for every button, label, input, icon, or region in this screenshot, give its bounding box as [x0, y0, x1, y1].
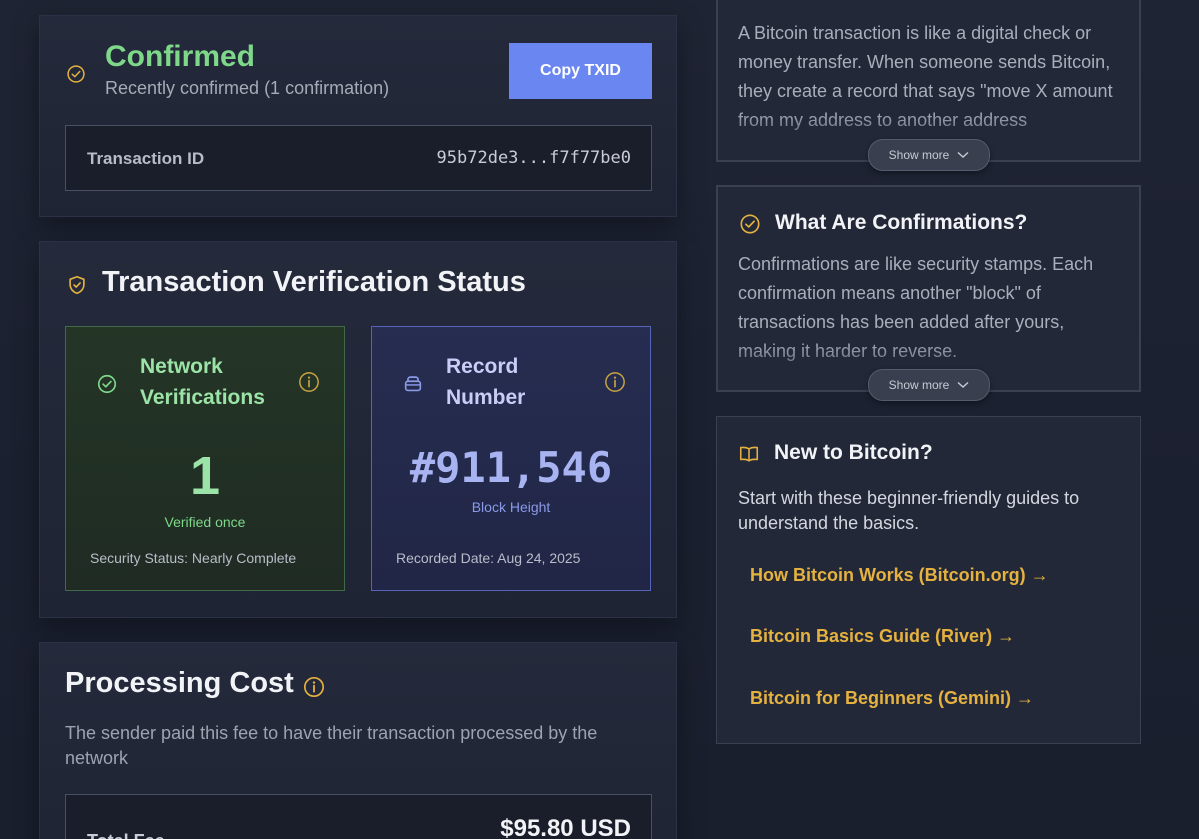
shield-check-icon [69, 275, 85, 295]
new-to-bitcoin-card: New to Bitcoin? Start with these beginne… [716, 416, 1141, 744]
chevron-down-icon [957, 381, 969, 388]
show-more-label: Show more [888, 378, 950, 392]
new-to-bitcoin-title: New to Bitcoin? [774, 441, 933, 464]
bitcoin-explainer-card: A Bitcoin transaction is like a digital … [716, 0, 1141, 171]
network-verifications-box: Network Verifications 1 Verified once Se… [65, 326, 345, 591]
page: Confirmed Recently confirmed (1 confirma… [0, 0, 1199, 839]
check-circle-icon [67, 65, 85, 83]
status-title: Confirmed [105, 40, 255, 73]
txid-value[interactable]: 95b72de3...f7f77be0 [437, 148, 631, 168]
book-open-icon [739, 446, 759, 462]
block-height-caption: Block Height [471, 499, 551, 515]
guide-link-river[interactable]: Bitcoin Basics Guide (River) → [750, 626, 1015, 647]
confirmations-card: What Are Confirmations? Confirmations ar… [716, 185, 1141, 401]
guide-link-bitcoin-org[interactable]: How Bitcoin Works (Bitcoin.org) → [750, 565, 1049, 586]
fee-label: Total Fee [87, 831, 165, 839]
database-icon [404, 376, 422, 392]
confirmation-count: 1 [189, 446, 221, 506]
txid-label: Transaction ID [87, 149, 205, 168]
guide-link-gemini[interactable]: Bitcoin for Beginners (Gemini) → [750, 688, 1034, 709]
security-status: Security Status: Nearly Complete [90, 550, 297, 566]
show-more-button[interactable]: Show more [868, 139, 990, 171]
new-to-bitcoin-description: Start with these beginner-friendly guide… [738, 488, 1080, 533]
info-icon[interactable] [604, 371, 626, 393]
status-card: Confirmed Recently confirmed (1 confirma… [39, 15, 677, 217]
info-icon[interactable] [298, 371, 320, 393]
recorded-date: Recorded Date: Aug 24, 2025 [396, 550, 581, 566]
fee-value: $95.80 USD [500, 815, 631, 839]
check-circle-icon [97, 374, 117, 394]
chevron-down-icon [957, 151, 969, 158]
info-icon[interactable] [303, 676, 325, 698]
processing-cost-card: Processing Cost The sender paid this fee… [39, 642, 677, 839]
block-height-value: #911,546 [409, 443, 613, 492]
copy-txid-button[interactable]: Copy TXID [509, 43, 652, 99]
show-more-button[interactable]: Show more [868, 369, 990, 401]
record-number-title: Record Number [446, 355, 526, 409]
show-more-label: Show more [888, 148, 950, 162]
status-subtitle: Recently confirmed (1 confirmation) [105, 78, 390, 98]
verification-card: Transaction Verification Status Network … [39, 241, 677, 618]
processing-cost-title: Processing Cost [65, 667, 294, 699]
confirmation-caption: Verified once [164, 514, 246, 530]
record-number-box: Record Number #911,546 Block Height Reco… [371, 326, 651, 591]
fee-box: Total Fee $95.80 USD [65, 794, 652, 839]
verification-title: Transaction Verification Status [102, 266, 526, 298]
processing-cost-description: The sender paid this fee to have their t… [65, 723, 598, 768]
txid-box: Transaction ID 95b72de3...f7f77be0 [65, 125, 652, 191]
network-verifications-title: Network Verifications [140, 355, 265, 409]
